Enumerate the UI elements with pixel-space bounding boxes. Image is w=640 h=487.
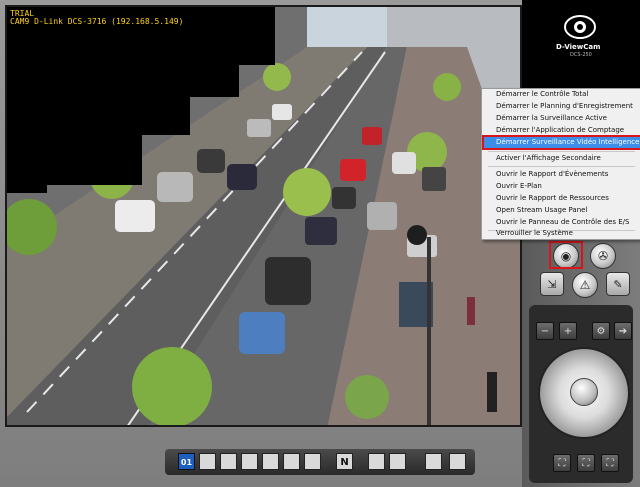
joystick-center-button[interactable] <box>570 378 598 406</box>
layout-current-button[interactable]: 01 <box>178 453 195 470</box>
logo-sub-text: DCS-250 <box>570 52 592 58</box>
export-icon[interactable]: ⇲ <box>540 272 564 296</box>
plus-icon[interactable]: + <box>559 322 577 340</box>
layout-13-button[interactable] <box>283 453 300 470</box>
layout-6-button[interactable] <box>220 453 237 470</box>
menu-item-controle-total[interactable]: Démarrer le Contrôle Total <box>496 89 588 100</box>
menu-item-panneau-es[interactable]: Ouvrir le Panneau de Contrôle des E/S <box>496 217 629 228</box>
preset-icon[interactable]: ⛶ <box>601 454 619 472</box>
arrow-right-icon[interactable]: ➔ <box>614 322 632 340</box>
menu-item-stream-usage[interactable]: Open Stream Usage Panel <box>496 205 587 216</box>
menu-separator <box>488 166 635 167</box>
highlight-outline <box>549 241 583 269</box>
warning-icon[interactable]: ⚠ <box>572 272 598 298</box>
fullscreen-icon[interactable] <box>425 453 442 470</box>
layout-4-button[interactable] <box>199 453 216 470</box>
rotate-icon[interactable] <box>449 453 466 470</box>
preset-icon[interactable]: ⛶ <box>553 454 571 472</box>
layout-grid-a-button[interactable] <box>368 453 385 470</box>
menu-item-rapport-ressources[interactable]: Ouvrir le Rapport de Ressources <box>496 193 609 204</box>
wrench-icon[interactable]: ✎ <box>606 272 630 296</box>
camera-video-view[interactable]: TRIAL CAM9 D-Link DCS-3716 (192.168.5.14… <box>5 5 522 427</box>
layout-10-button[interactable] <box>262 453 279 470</box>
layout-grid-b-button[interactable] <box>389 453 406 470</box>
menu-separator <box>488 151 635 152</box>
logo-brand-text: D-ViewCam <box>556 43 601 51</box>
menu-item-surveillance-active[interactable]: Démarrer la Surveillance Active <box>496 113 607 124</box>
context-menu: Démarrer le Contrôle Total Démarrer le P… <box>481 88 640 240</box>
menu-item-surveillance-video-avancee[interactable]: Démarrer Surveillance Vidéo Intelligence… <box>482 135 640 150</box>
focus-icon[interactable]: ⚙ <box>592 322 610 340</box>
dviewcam-logo-icon <box>564 15 596 39</box>
menu-item-verrouiller[interactable]: Verrouiller le Système <box>496 228 573 239</box>
menu-item-comptage[interactable]: Démarrer l'Application de Comptage <box>496 125 624 136</box>
film-reel-icon[interactable]: ✇ <box>590 243 616 269</box>
menu-item-affichage-secondaire[interactable]: Activer l'Affichage Secondaire <box>496 153 601 164</box>
menu-item-rapport-evenements[interactable]: Ouvrir le Rapport d'Évènements <box>496 169 608 180</box>
menu-item-e-plan[interactable]: Ouvrir E-Plan <box>496 181 542 192</box>
preset-icon[interactable]: ⛶ <box>577 454 595 472</box>
street-scene-image <box>7 7 520 425</box>
minus-icon[interactable]: − <box>536 322 554 340</box>
layout-n-button[interactable]: N <box>336 453 353 470</box>
layout-9-button[interactable] <box>241 453 258 470</box>
menu-item-planning[interactable]: Démarrer le Planning d'Enregistrement <box>496 101 633 112</box>
camera-title-label: CAM9 D-Link DCS-3716 (192.168.5.149) <box>10 17 184 26</box>
layout-16-button[interactable] <box>304 453 321 470</box>
